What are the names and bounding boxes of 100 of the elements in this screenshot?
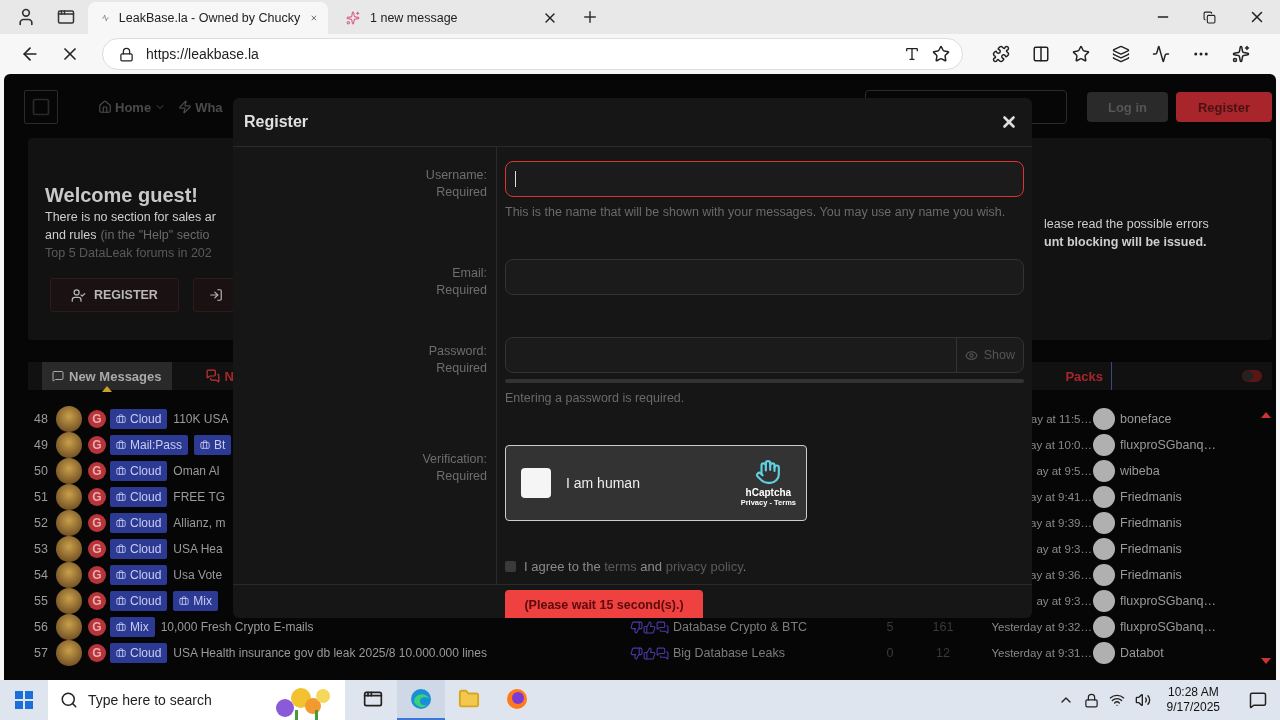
thumbs-up-icon: [643, 620, 656, 634]
tag[interactable]: Cloud: [110, 461, 168, 481]
thread-title[interactable]: USA Health insurance gov db leak 2025/8 10.000.000 lines: [173, 646, 487, 660]
username[interactable]: Friedmanis: [1120, 516, 1182, 530]
tag[interactable]: Cloud: [110, 409, 168, 429]
thread-title[interactable]: FREE TG: [173, 490, 226, 504]
row-number: 49: [33, 438, 49, 452]
folder-icon: [458, 688, 480, 710]
username[interactable]: wibeba: [1120, 464, 1160, 478]
username[interactable]: Databot: [1120, 646, 1164, 660]
tag[interactable]: Cloud: [110, 565, 168, 585]
tag[interactable]: Mix: [110, 617, 155, 637]
row-number: 53: [33, 542, 49, 556]
email-field[interactable]: [505, 259, 1024, 295]
tag[interactable]: Mix: [173, 591, 219, 611]
row-number: 55: [33, 594, 49, 608]
read-aloud-icon[interactable]: [904, 46, 920, 62]
chat-icon: [656, 620, 669, 634]
hand-logo-icon: [755, 459, 782, 485]
lightning-icon: [178, 100, 193, 114]
tag[interactable]: Cloud: [110, 591, 168, 611]
user-avatar: [56, 562, 82, 588]
post-time: ay at 9:3…: [1035, 543, 1092, 555]
tag[interactable]: Cloud: [110, 643, 168, 663]
required-note: Required: [435, 468, 487, 485]
user-avatar: [1093, 486, 1115, 508]
field-label: Username:: [424, 167, 487, 184]
briefcase-icon: [116, 518, 126, 528]
briefcase-icon: [116, 622, 126, 632]
user-avatar: [56, 484, 82, 510]
new-tab-icon[interactable]: [581, 8, 599, 26]
browser-tab[interactable]: LeakBase.la - Owned by Chucky: [88, 2, 328, 34]
profile-icon[interactable]: [16, 7, 36, 27]
username[interactable]: boneface: [1120, 412, 1172, 426]
thread-title[interactable]: 110K USA: [173, 412, 229, 426]
thread-title[interactable]: Usa Vote: [173, 568, 223, 582]
tab-actions-icon[interactable]: [57, 8, 75, 26]
volume-icon[interactable]: [1134, 692, 1151, 708]
puzzle-icon[interactable]: [992, 45, 1010, 63]
agree-checkbox[interactable]: [505, 561, 516, 572]
chat-icon: [656, 646, 669, 660]
tag[interactable]: Bt: [194, 435, 232, 455]
eye-icon: [964, 348, 978, 362]
tab[interactable]: New Messages: [42, 362, 172, 390]
toggle-switch[interactable]: [1242, 370, 1262, 382]
user-avatar: [56, 588, 82, 614]
username[interactable]: Friedmanis: [1120, 490, 1182, 504]
prefix-badge: G: [88, 514, 106, 532]
tray-lock-icon[interactable]: [1083, 692, 1099, 708]
field-label: Verification:: [421, 451, 487, 468]
username-field[interactable]: [505, 161, 1024, 197]
address-bar[interactable]: https://leakbase.la: [102, 38, 963, 70]
required-note: Required: [435, 184, 487, 201]
user-avatar: [1093, 590, 1115, 612]
post-time: ay at 9:5…: [1035, 465, 1092, 477]
username[interactable]: fluxproSGbanq…: [1120, 594, 1216, 608]
username[interactable]: fluxproSGbanq…: [1120, 438, 1216, 452]
thread-title[interactable]: 10,000 Fresh Crypto E-mails: [160, 620, 314, 634]
home-icon: [98, 100, 112, 114]
submit-button[interactable]: (Please wait 15 second(s).): [505, 590, 703, 618]
thread-title[interactable]: USA Hea: [173, 542, 223, 556]
clock[interactable]: 10:28 AM 9/17/2025: [1166, 685, 1220, 715]
collections-icon[interactable]: [1112, 45, 1130, 63]
post-time: Yesterday at 9:31…: [990, 647, 1092, 659]
browser-icon: [409, 687, 433, 711]
briefcase-icon: [116, 648, 126, 658]
tag[interactable]: Cloud: [110, 487, 168, 507]
forum-link[interactable]: Database Crypto & BTC: [673, 620, 808, 634]
thread-title[interactable]: Oman Al: [173, 464, 220, 478]
thread-title[interactable]: Allianz, m: [173, 516, 226, 530]
user-avatar: [1093, 408, 1115, 430]
register-button[interactable]: REGISTER: [50, 278, 179, 312]
close-icon[interactable]: [1000, 113, 1018, 131]
copilot-icon[interactable]: [1232, 45, 1250, 63]
briefcase-icon: [116, 414, 126, 424]
network-icon[interactable]: [1108, 692, 1125, 708]
split-screen-icon[interactable]: [1032, 45, 1050, 63]
user-avatar: [1093, 538, 1115, 560]
prefix-badge: G: [88, 436, 106, 454]
restore-icon[interactable]: [1203, 10, 1216, 24]
tag[interactable]: Cloud: [110, 513, 168, 533]
username[interactable]: Friedmanis: [1120, 542, 1182, 556]
favorites-icon[interactable]: [1072, 45, 1090, 63]
tag[interactable]: Cloud: [110, 539, 168, 559]
performance-icon[interactable]: [1152, 45, 1170, 63]
notifications-icon[interactable]: [1249, 691, 1267, 709]
briefcase-icon: [116, 596, 126, 606]
browser-tab[interactable]: 1 new message: [332, 2, 568, 34]
user-avatar: [1093, 460, 1115, 482]
forum-link[interactable]: Big Database Leaks: [673, 646, 785, 660]
username[interactable]: fluxproSGbanq…: [1120, 620, 1216, 634]
tag[interactable]: Mail:Pass: [110, 435, 188, 455]
briefcase-icon: [200, 440, 210, 450]
user-avatar: [56, 406, 82, 432]
captcha-checkbox[interactable]: [521, 468, 551, 498]
username[interactable]: Friedmanis: [1120, 568, 1182, 582]
favorite-star-icon[interactable]: [932, 45, 950, 63]
windows-logo-icon: [15, 691, 33, 709]
user-avatar: [56, 432, 82, 458]
briefcase-icon: [116, 570, 126, 580]
